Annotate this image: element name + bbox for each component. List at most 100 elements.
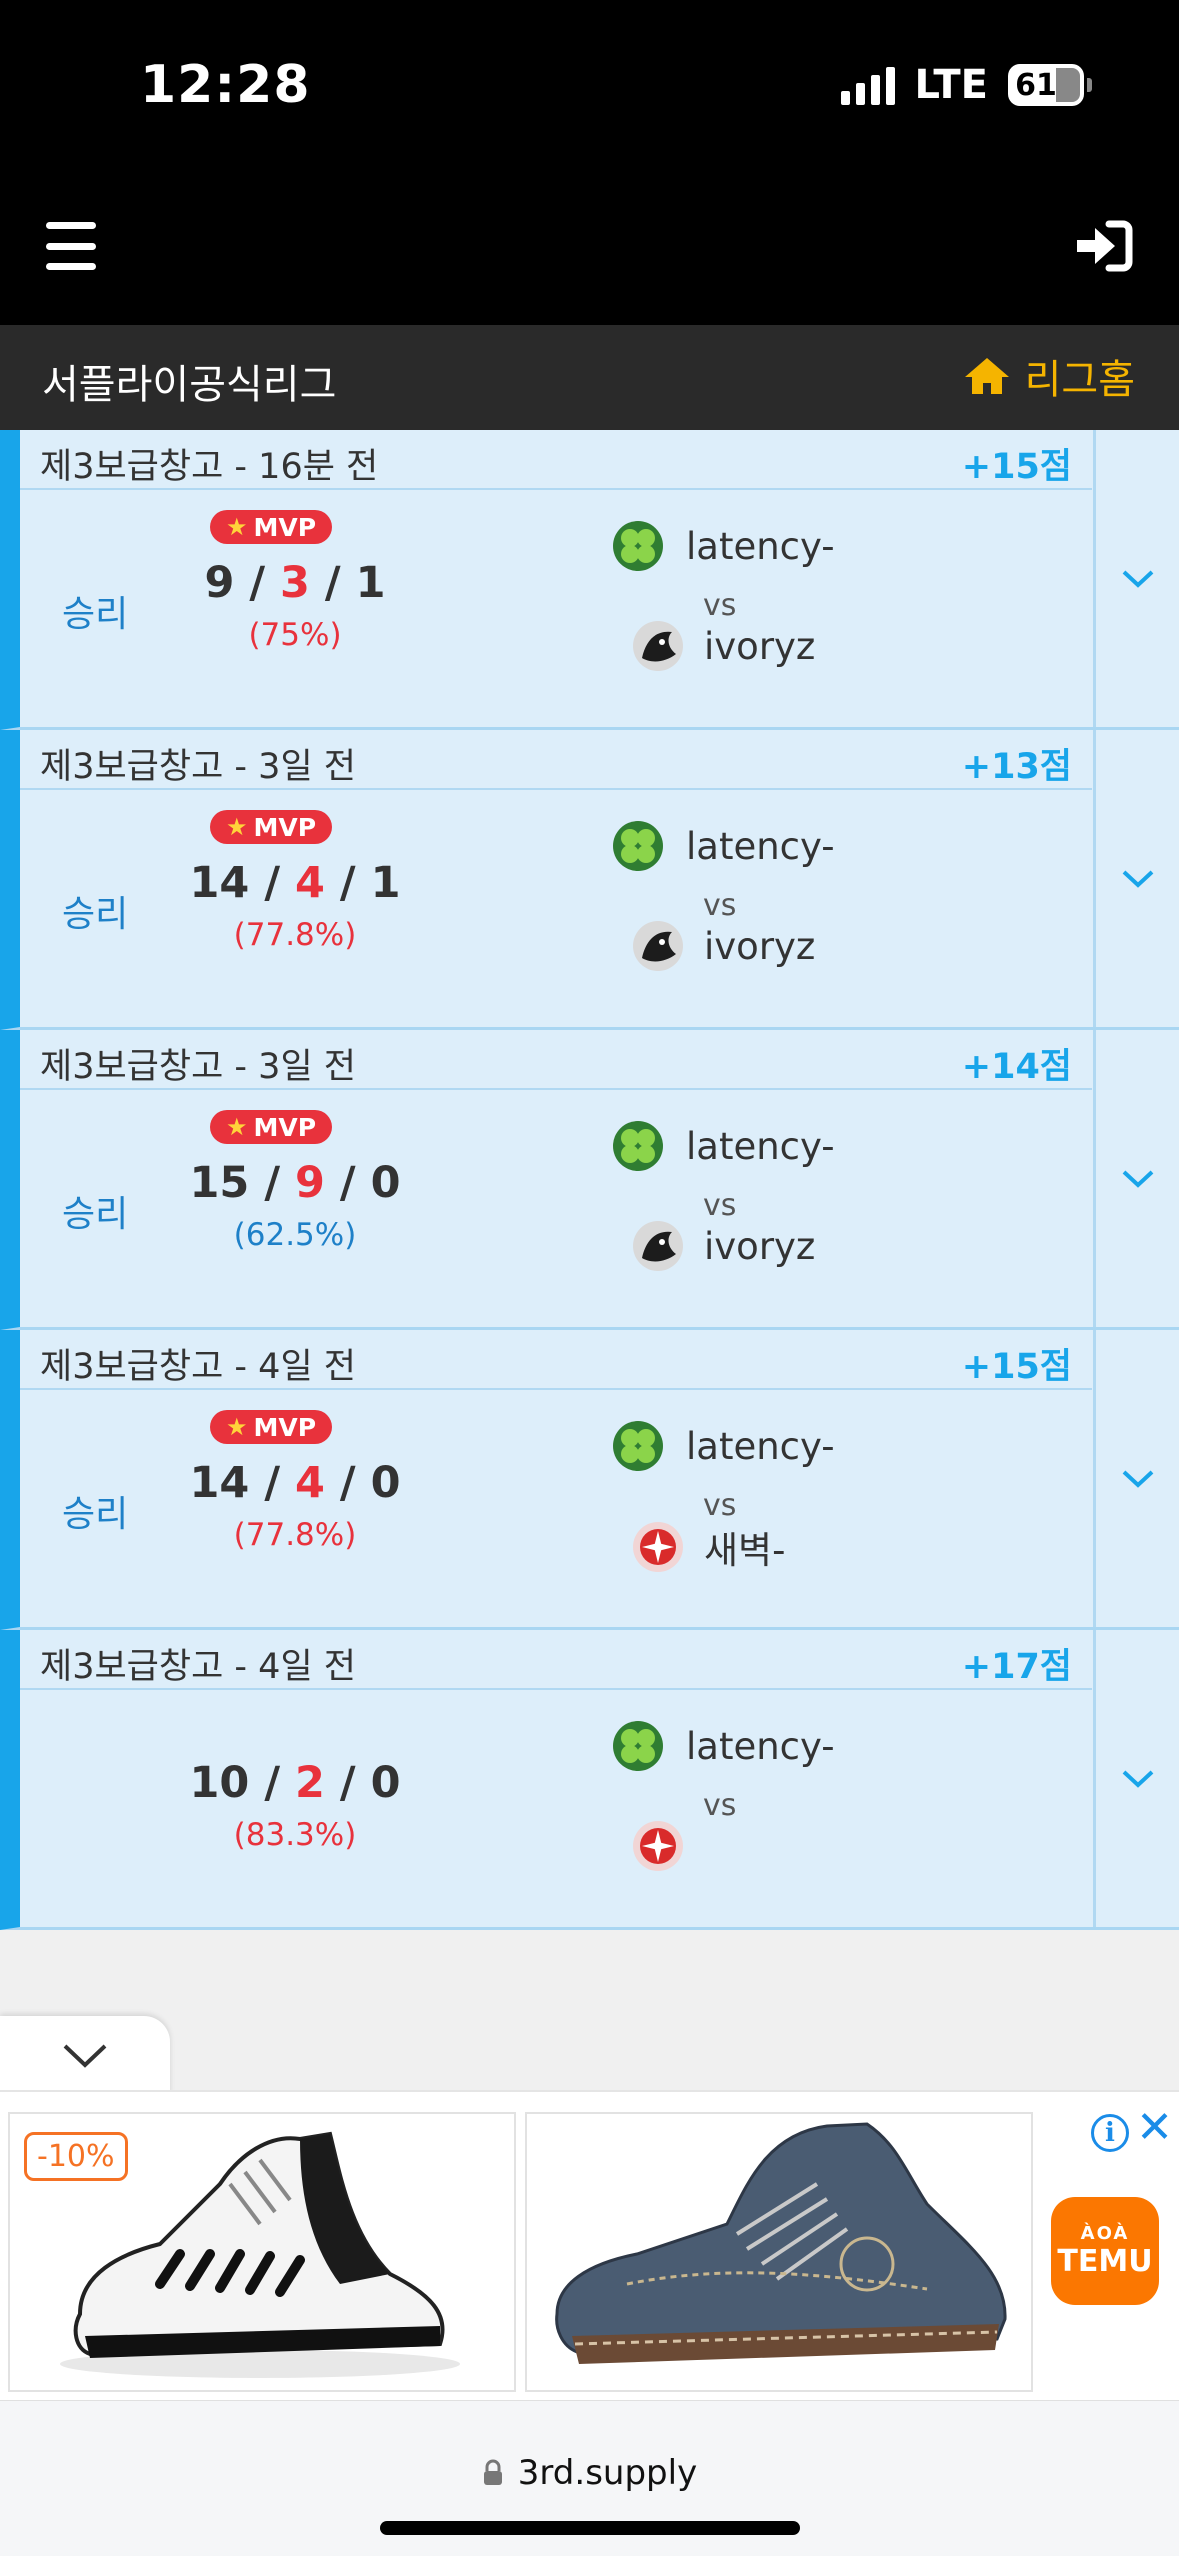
player-2[interactable]: [632, 1820, 704, 1872]
kill-participation: (77.8%): [233, 1517, 357, 1553]
match-time: - 3일 전: [234, 1047, 356, 1087]
match-result: 승리: [62, 894, 129, 935]
expand-match-button[interactable]: [1093, 1330, 1179, 1627]
player-2[interactable]: ivoryz: [632, 620, 815, 672]
kda-assists: 1: [355, 558, 386, 608]
match-time: - 4일 전: [234, 1347, 356, 1387]
player-2[interactable]: 새벽-: [632, 1520, 785, 1574]
player-1[interactable]: latency-: [612, 820, 835, 872]
match-body: 10 / 2 / 0 (83.3%) latency-vs: [20, 1690, 1092, 1930]
player-2-name: ivoryz: [704, 624, 816, 668]
info-icon[interactable]: i: [1091, 2114, 1129, 2152]
match-card[interactable]: 제3보급창고 - 3일 전 +13점 승리 ★ MVP 14 / 4 / 1 (77.8%)…: [0, 730, 1179, 1030]
mvp-label: MVP: [253, 1412, 317, 1442]
temu-logo[interactable]: ÀOÀ TEMU: [1051, 2197, 1159, 2305]
red-emblem-avatar-icon: [633, 1522, 683, 1572]
chevron-down-icon: [1122, 1170, 1153, 1188]
kda-deaths: 4: [295, 858, 325, 908]
kda-deaths: 4: [295, 1458, 325, 1508]
match-card[interactable]: 제3보급창고 - 4일 전 +17점 10 / 2 / 0 (83.3%) latenc…: [0, 1630, 1179, 1930]
player-1-name: latency-: [686, 524, 835, 568]
league-home-label: 리그홈: [1024, 357, 1135, 403]
expand-match-button[interactable]: [1093, 730, 1179, 1027]
expand-match-button[interactable]: [1093, 1630, 1179, 1927]
kda-assists: 0: [370, 1458, 401, 1508]
player-2-name: 새벽-: [704, 1529, 786, 1572]
vs-label: vs: [703, 588, 737, 623]
vs-label: vs: [703, 1788, 737, 1823]
match-players: latency-vs: [612, 1720, 952, 1920]
star-icon: ★: [226, 513, 248, 541]
kill-participation: (62.5%): [233, 1217, 357, 1253]
mvp-label: MVP: [253, 1112, 317, 1142]
ad-banner[interactable]: -10% i ✕ ÀOÀ TEMU: [0, 2090, 1179, 2400]
ad-collapse-button[interactable]: [0, 2016, 170, 2096]
ad-product-sneaker[interactable]: -10%: [8, 2112, 516, 2392]
expand-match-button[interactable]: [1093, 1030, 1179, 1327]
mvp-badge: ★ MVP: [210, 1410, 333, 1444]
match-result: 승리: [62, 1494, 129, 1535]
hamburger-menu-icon[interactable]: [46, 222, 96, 270]
match-map: 제3보급창고: [40, 747, 224, 787]
player-1-name: latency-: [686, 1424, 835, 1468]
clover-avatar-icon: [613, 1121, 663, 1171]
red-emblem-avatar-icon: [633, 1821, 683, 1871]
expand-match-button[interactable]: [1093, 430, 1179, 727]
league-home-link[interactable]: 리그홈: [963, 347, 1135, 405]
dark-avatar-icon: [633, 1221, 683, 1271]
kda-deaths: 9: [295, 1158, 325, 1208]
kda-kills: 14: [189, 1458, 250, 1508]
star-icon: ★: [226, 1413, 248, 1441]
match-header: 제3보급창고 - 4일 전 +15점: [20, 1330, 1092, 1390]
discount-badge: -10%: [24, 2132, 128, 2181]
clover-avatar-icon: [613, 1721, 663, 1771]
mvp-label: MVP: [253, 812, 317, 842]
temu-logo-text: TEMU: [1057, 2244, 1153, 2279]
match-card[interactable]: 제3보급창고 - 4일 전 +15점 승리 ★ MVP 14 / 4 / 0 (77.8%)…: [0, 1330, 1179, 1630]
match-map: 제3보급창고: [40, 1347, 224, 1387]
match-body: 승리 ★ MVP 15 / 9 / 0 (62.5%) latency-vs ivoryz: [20, 1090, 1092, 1330]
player-1[interactable]: latency-: [612, 1120, 835, 1172]
match-card[interactable]: 제3보급창고 - 3일 전 +14점 승리 ★ MVP 15 / 9 / 0 (62.5%)…: [0, 1030, 1179, 1330]
player-1[interactable]: latency-: [612, 1420, 835, 1472]
kda-score: 15 / 9 / 0: [189, 1158, 401, 1208]
clover-avatar-icon: [613, 521, 663, 571]
player-1[interactable]: latency-: [612, 520, 835, 572]
match-result: 승리: [62, 594, 129, 635]
battery-icon: 61: [1008, 64, 1092, 106]
match-map: 제3보급창고: [40, 1047, 224, 1087]
player-2[interactable]: ivoryz: [632, 920, 815, 972]
home-icon: [964, 358, 1009, 394]
match-card[interactable]: 제3보급창고 - 16분 전 +15점 승리 ★ MVP 9 / 3 / 1 (75%) la…: [0, 430, 1179, 730]
status-time: 12:28: [140, 55, 311, 115]
home-indicator[interactable]: [380, 2521, 800, 2535]
mvp-label: MVP: [253, 512, 317, 542]
player-2-name: ivoryz: [704, 924, 816, 968]
match-header: 제3보급창고 - 3일 전 +14점: [20, 1030, 1092, 1090]
chevron-down-icon: [63, 2044, 107, 2068]
player-2[interactable]: ivoryz: [632, 1220, 815, 1272]
lock-icon: [483, 2459, 502, 2485]
mvp-badge: ★ MVP: [210, 810, 333, 844]
temu-logo-mark: ÀOÀ: [1080, 2223, 1130, 2244]
vs-label: vs: [703, 1488, 737, 1523]
kda-assists: 0: [370, 1158, 401, 1208]
status-indicators: LTE 61: [840, 62, 1092, 108]
network-type: LTE: [914, 62, 988, 108]
chevron-down-icon: [1122, 1770, 1153, 1788]
kda-kills: 15: [189, 1158, 250, 1208]
browser-url-bar[interactable]: 3rd.supply: [0, 2400, 1179, 2556]
match-players: latency-vs ivoryz: [612, 820, 952, 1020]
close-icon[interactable]: ✕: [1136, 2106, 1173, 2150]
player-1[interactable]: latency-: [612, 1720, 835, 1772]
ad-product-shoe[interactable]: [525, 2112, 1033, 2392]
mvp-badge: ★ MVP: [210, 510, 333, 544]
sign-in-icon[interactable]: [1073, 218, 1133, 274]
url-text: 3rd.supply: [517, 2453, 698, 2493]
match-time: - 3일 전: [234, 747, 356, 787]
match-points: +17점: [961, 1647, 1072, 1687]
kill-participation: (83.3%): [233, 1817, 357, 1853]
kda-assists: 0: [370, 1758, 401, 1808]
match-map-time: 제3보급창고 - 3일 전: [40, 738, 356, 789]
kda-deaths: 2: [295, 1758, 325, 1808]
